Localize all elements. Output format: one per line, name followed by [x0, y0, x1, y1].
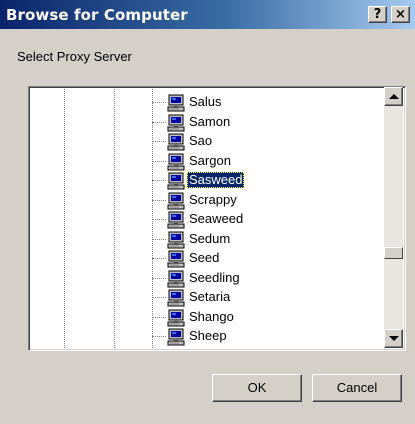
- tree-branch-line: [152, 336, 166, 337]
- computer-icon: [167, 309, 185, 327]
- computer-icon: [167, 289, 185, 307]
- tree-branch-line: [152, 141, 166, 142]
- tree-node-label: Seed: [189, 250, 220, 265]
- window-title: Browse for Computer: [6, 6, 188, 24]
- computer-icon: [167, 211, 185, 229]
- computer-icon: [167, 153, 185, 171]
- computer-icon: [167, 114, 185, 132]
- tree-node-label: Setaria: [189, 289, 231, 304]
- dialog-description: Select Proxy Server: [17, 49, 132, 64]
- tree-node-label: Shango: [189, 308, 234, 324]
- tree-node-label: Sasweed: [187, 172, 245, 188]
- tree-guide-line: [114, 89, 115, 349]
- tree-node-label: Sedum: [189, 230, 231, 246]
- tree-content: Salus Samon Sao Sargon Sasweed Scrappy Seaweed…: [31, 89, 386, 349]
- tree-node-label: Scrappy: [189, 191, 237, 207]
- tree-branch-line: [152, 297, 166, 298]
- scroll-up-button[interactable]: [384, 87, 403, 106]
- computer-icon: [167, 133, 185, 151]
- tree-branch-line: [152, 102, 166, 103]
- tree-node-label: Seaweed: [189, 211, 244, 226]
- tree-branch-line: [152, 277, 166, 279]
- arrow-down-icon: [389, 336, 399, 341]
- computer-icon: [167, 250, 185, 268]
- computer-icon: [167, 172, 185, 190]
- computer-icon: [167, 328, 185, 346]
- computer-icon: [167, 94, 185, 112]
- browse-for-computer-dialog: Browse for Computer ? × Select Proxy Ser…: [0, 0, 415, 424]
- arrow-up-icon: [389, 94, 399, 99]
- title-bar[interactable]: Browse for Computer ? ×: [0, 0, 415, 29]
- vertical-scrollbar[interactable]: [384, 87, 403, 348]
- computer-icon: [167, 192, 185, 210]
- tree-node-label: Sao: [189, 133, 213, 148]
- tree-branch-line: [152, 258, 166, 259]
- scroll-thumb[interactable]: [384, 247, 403, 259]
- computer-icon: [167, 231, 185, 249]
- tree-branch-line: [152, 121, 166, 123]
- close-button[interactable]: ×: [391, 6, 410, 23]
- tree-guide-line: [64, 89, 65, 349]
- tree-branch-line: [152, 199, 166, 201]
- scroll-down-button[interactable]: [384, 329, 403, 348]
- tree-branch-line: [152, 160, 166, 162]
- ok-button[interactable]: OK: [212, 374, 302, 402]
- tree-branch-line: [152, 238, 166, 240]
- tree-node-label: Seedling: [189, 269, 240, 285]
- tree-node-label: Salus: [189, 94, 222, 109]
- tree-branch-line: [152, 316, 166, 318]
- tree-branch-line: [152, 180, 166, 181]
- tree-branch-line: [152, 219, 166, 220]
- computer-icon: [167, 270, 185, 288]
- tree-node-label: Samon: [189, 113, 231, 129]
- help-button[interactable]: ?: [368, 6, 387, 23]
- cancel-button[interactable]: Cancel: [312, 374, 402, 402]
- computer-tree[interactable]: Salus Samon Sao Sargon Sasweed Scrappy Seaweed…: [28, 86, 406, 351]
- tree-node-label: Sheep: [189, 328, 227, 343]
- tree-node-label: Sargon: [189, 152, 231, 168]
